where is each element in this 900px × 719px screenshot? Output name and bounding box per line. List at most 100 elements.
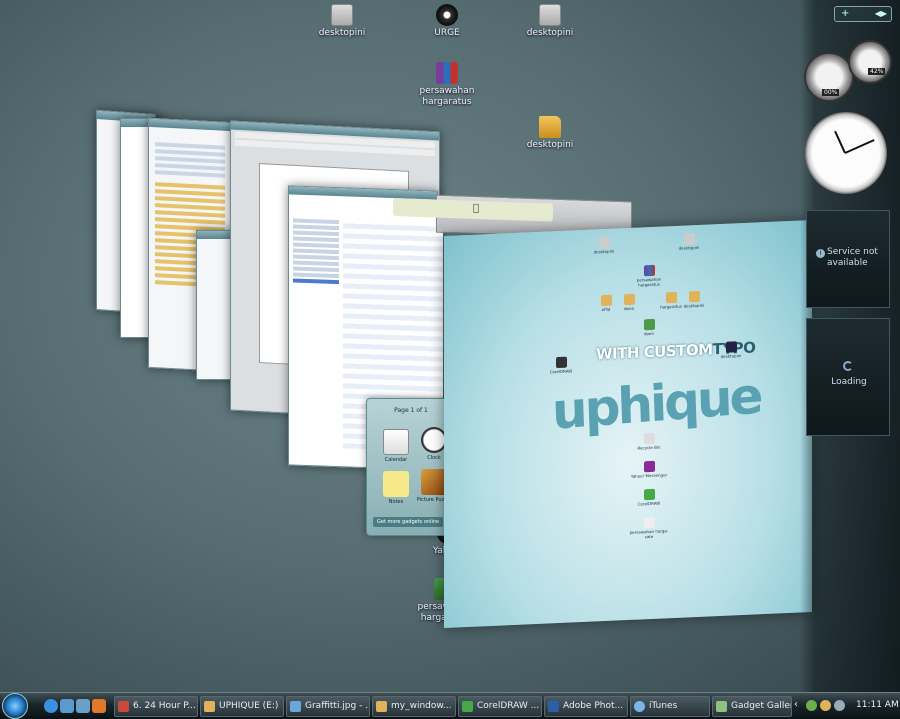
mini-desktop-label: desktopini: [593, 248, 615, 255]
flip3d-window-uphique-desktop[interactable]: WITH CUSTOMTYPO uphique desktopini deskt…: [444, 219, 812, 629]
clock-gadget[interactable]: [805, 112, 887, 194]
tray-sidebar-icon[interactable]: [820, 700, 831, 711]
quicklaunch-switch-windows-icon[interactable]: [76, 699, 90, 713]
desktop-icon-label: desktopini: [526, 140, 574, 150]
feed-headlines-gadget[interactable]: Loading: [806, 318, 890, 436]
desktop-icon-urge[interactable]: URGE: [407, 4, 487, 39]
taskbar-button-24hour[interactable]: 6. 24 Hour P...: [114, 696, 198, 717]
mini-desktop-icon: [601, 294, 612, 307]
taskbar-button-label: Adobe Phot...: [563, 701, 624, 711]
desktop-icon-desktopini-1[interactable]: desktopini: [302, 4, 382, 39]
brand-tagline-text: WITH CUSTOM: [596, 340, 713, 364]
mini-desktop-label: CorelDRAW: [549, 368, 573, 375]
window-titlebar: [149, 118, 232, 132]
brand-logo-text: uphique: [551, 366, 762, 441]
app-icon: [436, 4, 458, 26]
desktop-icon-desktopini-2[interactable]: desktopini: [510, 4, 590, 39]
apple-icon: : [473, 203, 479, 214]
desktop-icon-label: persawahan hargaratus: [419, 86, 475, 107]
desktop-icon-rar[interactable]: persawahan hargaratus: [407, 62, 487, 108]
taskbar-button-graffitti[interactable]: Graffitti.jpg - ...: [286, 696, 370, 717]
mini-desktop-icon: [644, 264, 655, 277]
system-tray: ‹ 11:11 AM: [794, 696, 900, 717]
taskbar: 6. 24 Hour P... UPHIQUE (E:) Graffitti.j…: [0, 692, 900, 719]
mini-desktop-label: doen: [644, 330, 654, 337]
memory-gauge: 42%: [848, 40, 892, 84]
gadget-gallery-page-label: Page 1 of 1: [394, 407, 428, 414]
gadget-gallery-window[interactable]: Page 1 of 1 Calendar Clock Notes Picture…: [366, 398, 456, 536]
cpu-gauge: 00%: [804, 52, 854, 102]
image-icon: [290, 701, 301, 712]
mini-desktop-icon: [666, 291, 677, 304]
taskbar-button-itunes[interactable]: iTunes: [630, 696, 710, 717]
desktop-icon-label: URGE: [434, 28, 460, 38]
mini-desktop-label: desktopini: [678, 244, 700, 251]
taskbar-button-label: Gadget Gallery: [731, 701, 791, 711]
cpu-meter-gadget[interactable]: 00% 42%: [804, 40, 892, 104]
mini-desktop-label: desktopini: [720, 353, 742, 359]
mini-desktop-icon: [644, 432, 655, 445]
folder-icon: [376, 701, 387, 712]
mini-desktop-label: persawahan hargaratus: [636, 276, 662, 288]
mini-desktop-icon: [644, 318, 655, 331]
desktop-icon-label: desktopini: [318, 28, 366, 38]
show-hidden-icons-chevron-icon[interactable]: ‹: [794, 699, 798, 710]
itunes-icon: [634, 701, 645, 712]
tray-volume-icon[interactable]: [834, 700, 845, 711]
tray-network-icon[interactable]: [806, 700, 817, 711]
gadget-icon: [716, 701, 727, 712]
document-icon: [331, 4, 353, 26]
mini-desktop-icon: [624, 293, 635, 306]
clock-minute-hand: [844, 139, 875, 154]
quicklaunch-show-desktop-icon[interactable]: [60, 699, 74, 713]
taskbar-button-gadget-gallery[interactable]: Gadget Gallery: [712, 696, 792, 717]
taskbar-button-uphique[interactable]: UPHIQUE (E:): [200, 696, 284, 717]
taskbar-button-photoshop[interactable]: Adobe Phot...: [544, 696, 628, 717]
taskbar-button-label: 6. 24 Hour P...: [133, 701, 196, 711]
desktop-icon-folder[interactable]: desktopini: [510, 116, 590, 151]
quicklaunch-ie-icon[interactable]: [44, 699, 58, 713]
mini-desktop-label: Yahoo! Messenger: [630, 472, 668, 479]
sidebar-scroll-arrows-icon[interactable]: ◀▶: [875, 7, 887, 21]
mini-desktop-label: CorelDRAW: [637, 500, 661, 507]
gadget-label: Notes: [388, 499, 404, 505]
gadget-label: Calendar: [384, 457, 408, 463]
taskbar-button-label: UPHIQUE (E:): [219, 701, 279, 711]
mini-desktop-icon: [726, 341, 737, 353]
photoshop-icon: [548, 701, 559, 712]
add-gadget-button[interactable]: +: [841, 7, 849, 21]
tray-clock[interactable]: 11:11 AM: [856, 700, 899, 710]
taskbar-button-label: CorelDRAW ...: [477, 701, 540, 711]
weather-status-text: Service not available: [827, 247, 878, 268]
loading-spinner-icon: [843, 361, 853, 371]
clock-hour-hand: [834, 130, 846, 154]
calendar-gadget-icon[interactable]: [383, 429, 409, 455]
itunes-source-list: [293, 217, 339, 287]
mini-desktop-icon: [644, 488, 655, 501]
mini-desktop-icon: [689, 290, 700, 303]
folder-icon: [539, 116, 561, 138]
coreldraw-icon: [462, 701, 473, 712]
explorer-nav-pane: [155, 139, 225, 181]
winrar-archive-icon: [436, 62, 458, 84]
get-more-gadgets-link[interactable]: Get more gadgets online: [373, 517, 444, 527]
mini-desktop-icon: [684, 233, 695, 245]
weather-gadget[interactable]: i Service not available: [806, 210, 890, 308]
sidebar-controls: + ◀▶: [834, 6, 892, 22]
taskbar-button-label: Graffitti.jpg - ...: [305, 701, 370, 711]
taskbar-button-my-window[interactable]: my_window...: [372, 696, 456, 717]
taskbar-button-coreldraw[interactable]: CorelDRAW ...: [458, 696, 542, 717]
mini-desktop-label: desktopini: [683, 302, 705, 309]
start-button[interactable]: [2, 693, 32, 719]
mini-desktop-label: dena: [624, 305, 634, 312]
taskbar-button-label: iTunes: [649, 701, 678, 711]
memory-percent: 42%: [868, 68, 886, 75]
feed-status-text: Loading: [831, 377, 867, 387]
media-icon: [118, 701, 129, 712]
notes-gadget-icon[interactable]: [383, 471, 409, 497]
info-icon: i: [816, 249, 825, 258]
mini-desktop-icon: [556, 356, 567, 369]
quicklaunch-media-player-icon[interactable]: [92, 699, 106, 713]
windows-logo-icon: [2, 693, 28, 719]
mini-desktop-icon: [599, 236, 610, 249]
